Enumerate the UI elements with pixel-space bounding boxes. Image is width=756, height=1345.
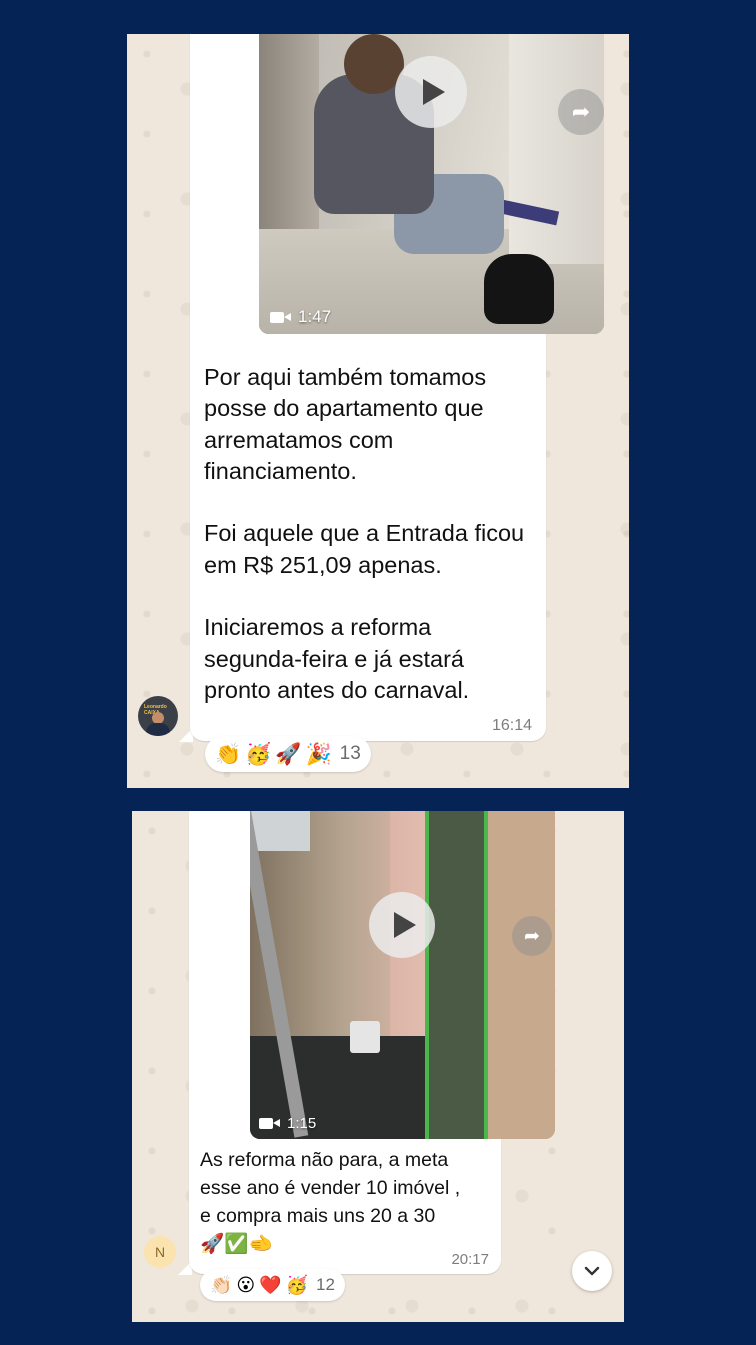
avatar[interactable]: N bbox=[144, 1236, 176, 1268]
reaction-emoji: 🥳 bbox=[245, 741, 272, 766]
message-bubble[interactable]: 1:47 Por aqui também tomamos posse do ap… bbox=[190, 34, 604, 741]
play-icon[interactable] bbox=[395, 56, 467, 128]
reaction-count: 12 bbox=[316, 1275, 335, 1294]
message-timestamp: 20:17 bbox=[451, 1251, 489, 1268]
video-scene-window bbox=[425, 811, 488, 1139]
video-duration-label: 1:47 bbox=[298, 307, 332, 326]
chat-screenshot-1: 1:47 Por aqui também tomamos posse do ap… bbox=[127, 34, 629, 788]
video-scene-door bbox=[509, 34, 604, 264]
reaction-emoji: 😮 bbox=[236, 1274, 256, 1296]
video-duration: 1:15 bbox=[259, 1115, 316, 1132]
video-scene-bucket bbox=[350, 1021, 380, 1053]
avatar-initial: N bbox=[154, 1244, 166, 1260]
forward-icon[interactable]: ➦ bbox=[558, 89, 604, 135]
video-camera-icon bbox=[259, 1118, 280, 1129]
reaction-emoji: 🎉 bbox=[305, 741, 332, 766]
video-duration: 1:47 bbox=[270, 307, 331, 327]
video-duration-label: 1:15 bbox=[287, 1115, 317, 1132]
reaction-emoji: 🚀 bbox=[275, 741, 302, 766]
reaction-count: 13 bbox=[339, 743, 361, 764]
message-text: As reforma não para, a meta esse ano é v… bbox=[200, 1149, 461, 1255]
reactions-bar[interactable]: 👏🏻 😮 ❤️ 🥳 12 bbox=[200, 1269, 345, 1301]
reactions-bar[interactable]: 👏 🥳 🚀 🎉 13 bbox=[205, 736, 371, 772]
reaction-emoji: 👏 bbox=[215, 741, 242, 766]
message-timestamp: 16:14 bbox=[491, 717, 532, 734]
chevron-down-icon[interactable] bbox=[572, 1251, 612, 1291]
reaction-emoji: ❤️ bbox=[259, 1274, 282, 1296]
message-bubble[interactable]: 1:15 As reforma não para, a meta esse an… bbox=[189, 811, 555, 1274]
video-camera-icon bbox=[270, 311, 291, 323]
reaction-emoji: 🥳 bbox=[285, 1274, 309, 1296]
video-scene-bag bbox=[484, 254, 554, 324]
video-thumbnail[interactable]: 1:15 bbox=[250, 811, 555, 1139]
avatar[interactable]: Leonardo CAIXA bbox=[138, 696, 178, 736]
video-thumbnail[interactable]: 1:47 bbox=[259, 34, 604, 334]
message-text: Por aqui também tomamos posse do apartam… bbox=[204, 364, 525, 703]
forward-icon[interactable]: ➦ bbox=[512, 916, 552, 956]
reaction-emoji: 👏🏻 bbox=[210, 1274, 233, 1296]
play-icon[interactable] bbox=[369, 892, 435, 958]
chat-screenshot-2: 1:15 As reforma não para, a meta esse an… bbox=[132, 811, 624, 1322]
